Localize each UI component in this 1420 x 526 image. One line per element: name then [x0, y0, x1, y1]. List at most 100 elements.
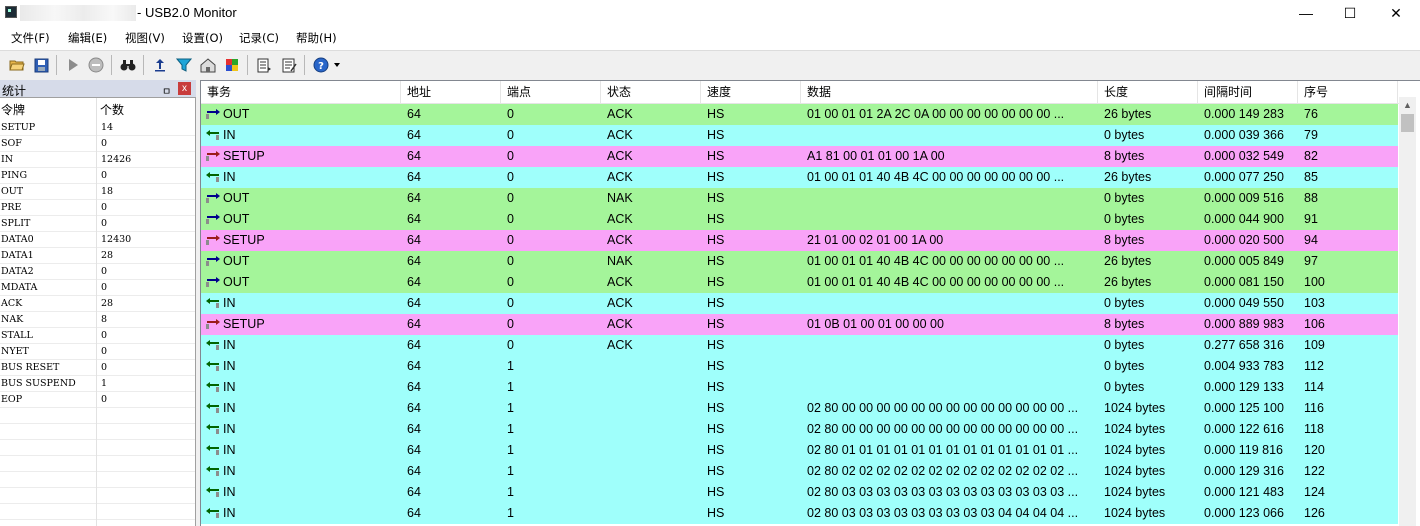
col-header-endpoint[interactable]: 端点	[501, 81, 601, 103]
menu-edit[interactable]: 编辑(E)	[68, 30, 107, 46]
stats-row[interactable]: SETUP 14	[0, 121, 195, 137]
col-header-transaction[interactable]: 事务	[201, 81, 401, 103]
table-row[interactable]: IN 64 1 HS 0 bytes 0.000 129 133 114	[201, 377, 1398, 398]
cell-data: 01 00 01 01 40 4B 4C 00 00 00 00 00 00 0…	[807, 254, 1065, 268]
transaction-type: IN	[223, 338, 236, 352]
stats-row[interactable]: BUS SUSPEND 1	[0, 377, 195, 393]
notes-icon[interactable]	[280, 56, 298, 74]
stats-row[interactable]: IN 12426	[0, 153, 195, 169]
pin-icon[interactable]: ㅁ	[162, 83, 171, 98]
stats-token: BUS RESET	[1, 362, 60, 373]
open-folder-icon[interactable]	[8, 56, 26, 74]
table-row[interactable]: OUT 64 0 ACK HS 01 00 01 01 2A 2C 0A 00 00 00…	[201, 104, 1398, 125]
cell-endpoint: 0	[507, 191, 514, 205]
col-header-address[interactable]: 地址	[401, 81, 501, 103]
table-row[interactable]: IN 64 1 HS 02 80 03 03 03 03 03 03 03 03 03 …	[201, 482, 1398, 503]
stats-count: 0	[101, 362, 108, 373]
stats-count: 0	[101, 282, 108, 293]
cell-interval: 0.000 129 133	[1204, 380, 1284, 394]
table-row[interactable]: OUT 64 0 ACK HS 01 00 01 01 40 4B 4C 00 00 00…	[201, 272, 1398, 293]
transaction-type: IN	[223, 170, 236, 184]
table-row[interactable]: SETUP 64 0 ACK HS 01 0B 01 00 01 00 00 00 8 by…	[201, 314, 1398, 335]
close-panel-icon[interactable]: x	[178, 82, 191, 95]
cell-status: ACK	[607, 275, 633, 289]
col-header-sequence[interactable]: 序号	[1298, 81, 1398, 103]
cell-transaction: OUT	[201, 104, 401, 125]
color-icon[interactable]	[223, 56, 241, 74]
table-row[interactable]: OUT 64 0 NAK HS 0 bytes 0.000 009 516 88	[201, 188, 1398, 209]
minimize-button[interactable]: —	[1283, 0, 1329, 26]
stats-row[interactable]: EOP 0	[0, 393, 195, 409]
export-icon[interactable]	[255, 56, 273, 74]
table-row[interactable]: IN 64 0 ACK HS 01 00 01 01 40 4B 4C 00 00 00 …	[201, 167, 1398, 188]
stats-panel-header: 统计 ㅁ x	[0, 80, 196, 98]
arrow-right-icon	[206, 109, 220, 119]
table-row[interactable]: IN 64 1 HS 02 80 03 03 03 03 03 03 03 03 03 …	[201, 503, 1398, 524]
stats-token: NYET	[1, 346, 29, 357]
table-row[interactable]: IN 64 0 ACK HS 0 bytes 0.000 049 550 103	[201, 293, 1398, 314]
stats-count: 0	[101, 394, 108, 405]
upload-icon[interactable]	[151, 56, 169, 74]
table-row[interactable]: IN 64 0 ACK HS 0 bytes 0.277 658 316 109	[201, 335, 1398, 356]
menu-record[interactable]: 记录(C)	[239, 30, 279, 46]
stats-row[interactable]: STALL 0	[0, 329, 195, 345]
menu-view[interactable]: 视图(V)	[125, 30, 165, 46]
stats-row[interactable]: DATA0 12430	[0, 233, 195, 249]
filter-icon[interactable]	[175, 56, 193, 74]
close-button[interactable]: ✕	[1373, 0, 1419, 26]
col-header-data[interactable]: 数据	[801, 81, 1098, 103]
stats-row[interactable]: PRE 0	[0, 201, 195, 217]
stats-row[interactable]: DATA1 28	[0, 249, 195, 265]
stats-row[interactable]: SOF 0	[0, 137, 195, 153]
dropdown-icon[interactable]	[332, 56, 342, 74]
cell-sequence: 94	[1304, 233, 1318, 247]
stats-token: PRE	[1, 202, 22, 213]
settings-icon[interactable]	[199, 56, 217, 74]
scroll-up-arrow-icon[interactable]: ▲	[1399, 97, 1416, 114]
table-row[interactable]: IN 64 1 HS 0 bytes 0.004 933 783 112	[201, 356, 1398, 377]
table-row[interactable]: OUT 64 0 ACK HS 0 bytes 0.000 044 900 91	[201, 209, 1398, 230]
table-row[interactable]: IN 64 1 HS 02 80 00 00 00 00 00 00 00 00 00 …	[201, 419, 1398, 440]
col-header-status[interactable]: 状态	[601, 81, 701, 103]
table-row[interactable]: IN 64 1 HS 02 80 01 01 01 01 01 01 01 01 01 …	[201, 440, 1398, 461]
col-header-length[interactable]: 长度	[1098, 81, 1198, 103]
menu-file[interactable]: 文件(F)	[11, 30, 50, 46]
save-icon[interactable]	[32, 56, 50, 74]
table-row[interactable]: IN 64 1 HS 02 80 00 00 00 00 00 00 00 00 00 …	[201, 398, 1398, 419]
cell-length: 8 bytes	[1104, 149, 1145, 163]
table-row[interactable]: SETUP 64 0 ACK HS 21 01 00 02 01 00 1A 00 8 by…	[201, 230, 1398, 251]
menu-settings[interactable]: 设置(O)	[182, 30, 223, 46]
stats-row[interactable]: SPLIT 0	[0, 217, 195, 233]
table-row[interactable]: IN 64 0 ACK HS 0 bytes 0.000 039 366 79	[201, 125, 1398, 146]
cell-status: ACK	[607, 170, 633, 184]
transaction-type: IN	[223, 380, 236, 394]
scrollbar-thumb[interactable]	[1401, 114, 1414, 132]
cell-interval: 0.000 119 816	[1204, 443, 1284, 457]
stats-row[interactable]: DATA2 0	[0, 265, 195, 281]
help-icon[interactable]: ?	[312, 56, 330, 74]
cell-endpoint: 0	[507, 254, 514, 268]
cell-interval: 0.000 049 550	[1204, 296, 1284, 310]
table-row[interactable]: OUT 64 0 NAK HS 01 00 01 01 40 4B 4C 00 00 00…	[201, 251, 1398, 272]
stats-row[interactable]: PING 0	[0, 169, 195, 185]
vertical-scrollbar[interactable]: ▲	[1399, 97, 1416, 526]
stats-row[interactable]: OUT 18	[0, 185, 195, 201]
cell-address: 64	[407, 506, 421, 520]
play-icon[interactable]	[64, 56, 82, 74]
cell-interval: 0.000 121 483	[1204, 485, 1284, 499]
stats-row[interactable]: NYET 0	[0, 345, 195, 361]
stop-icon[interactable]	[87, 56, 105, 74]
menu-help[interactable]: 帮助(H)	[296, 30, 337, 46]
stats-row[interactable]: ACK 28	[0, 297, 195, 313]
table-row[interactable]: IN 64 1 HS 02 80 02 02 02 02 02 02 02 02 02 …	[201, 461, 1398, 482]
arrow-left-icon	[206, 130, 219, 140]
col-header-interval[interactable]: 间隔时间	[1198, 81, 1298, 103]
stats-token: IN	[1, 154, 14, 165]
stats-row[interactable]: MDATA 0	[0, 281, 195, 297]
stats-row[interactable]: BUS RESET 0	[0, 361, 195, 377]
table-row[interactable]: SETUP 64 0 ACK HS A1 81 00 01 01 00 1A 00 8 by…	[201, 146, 1398, 167]
stats-row[interactable]: NAK 8	[0, 313, 195, 329]
col-header-speed[interactable]: 速度	[701, 81, 801, 103]
maximize-button[interactable]: ☐	[1327, 0, 1373, 26]
binoculars-icon[interactable]	[119, 56, 137, 74]
